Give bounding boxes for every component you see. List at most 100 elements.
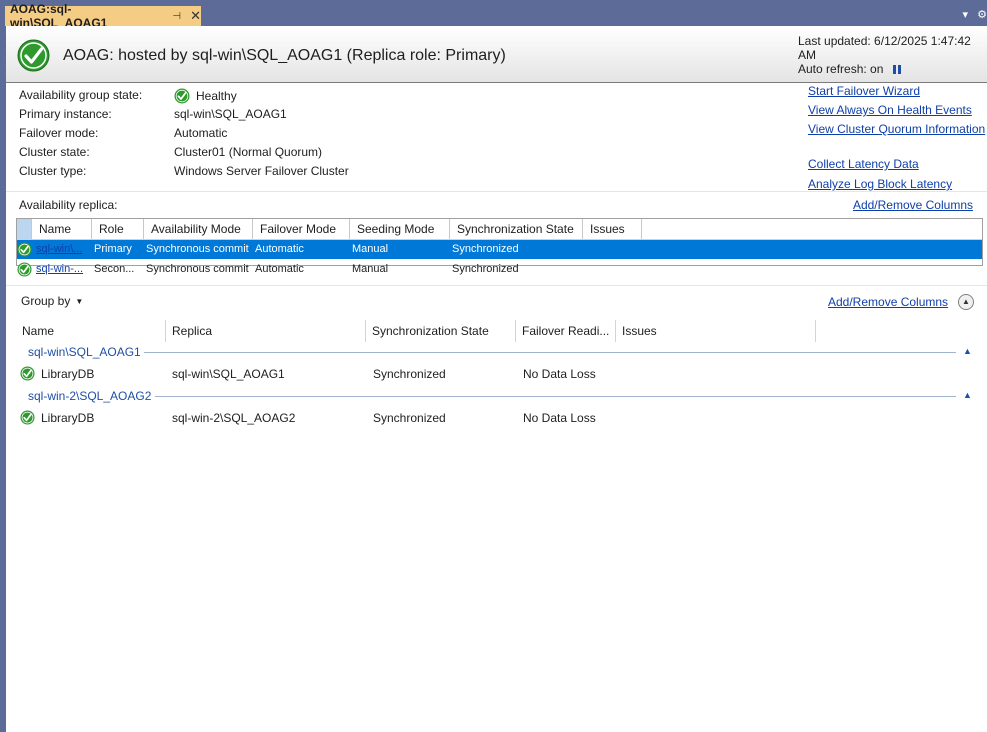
replica-failover-mode: Automatic: [255, 243, 304, 255]
replica-availability-mode: Synchronous commit: [146, 263, 249, 275]
database-failover-readiness: No Data Loss: [523, 367, 596, 381]
replica-issues: [585, 260, 641, 279]
database-sync-state: Synchronized: [373, 411, 446, 425]
replica-name-link[interactable]: sql-win-...: [36, 260, 88, 279]
check-icon: [20, 366, 35, 381]
info-value: Healthy: [196, 89, 237, 103]
database-grid-header: Name Replica Synchronization State Failo…: [16, 320, 981, 342]
col-header-sync-state[interactable]: Synchronization State: [366, 320, 516, 342]
info-row-failover-mode: Failover mode: Automatic: [19, 126, 579, 145]
database-row[interactable]: LibraryDB sql-win-2\SQL_AOAG2 Synchroniz…: [20, 408, 980, 428]
replica-grid-header: Name Role Availability Mode Failover Mod…: [17, 219, 982, 240]
info-label: Cluster type:: [19, 164, 87, 178]
col-header-role[interactable]: Role: [92, 219, 144, 239]
info-label: Availability group state:: [19, 88, 143, 102]
check-icon: [174, 88, 190, 104]
col-header-name[interactable]: Name: [32, 219, 92, 239]
info-label: Primary instance:: [19, 107, 112, 121]
check-icon: [20, 410, 35, 425]
info-label: Cluster state:: [19, 145, 90, 159]
col-header-sync-state[interactable]: Synchronization State: [450, 219, 583, 239]
group-header-secondary: sql-win-2\SQL_AOAG2: [28, 388, 151, 404]
group-by-label: Group by: [21, 294, 71, 308]
auto-refresh-status: Auto refresh: on: [798, 62, 902, 76]
info-value: Windows Server Failover Cluster: [174, 164, 349, 178]
replica-grid: Name Role Availability Mode Failover Mod…: [16, 218, 983, 266]
col-header-replica[interactable]: Replica: [166, 320, 366, 342]
group-title: sql-win\SQL_AOAG1: [28, 345, 141, 359]
col-header-failover-mode[interactable]: Failover Mode: [253, 219, 350, 239]
database-sync-state: Synchronized: [373, 367, 446, 381]
replica-sync-state: Synchronized: [452, 243, 519, 255]
close-icon[interactable]: ✕: [190, 8, 201, 24]
check-icon: [17, 242, 32, 257]
info-value-wrap: Healthy: [174, 88, 237, 104]
database-name: LibraryDB: [41, 367, 95, 381]
replica-role: Primary: [94, 243, 132, 255]
replica-seeding-mode: Manual: [352, 263, 389, 275]
collapse-section-icon[interactable]: ▲: [958, 294, 974, 310]
col-header-failover-readiness[interactable]: Failover Readi...: [516, 320, 616, 342]
info-row-primary-instance: Primary instance: sql-win\SQL_AOAG1: [19, 107, 579, 126]
analyze-log-block-latency-link[interactable]: Analyze Log Block Latency: [808, 177, 952, 191]
database-replica: sql-win-2\SQL_AOAG2: [172, 411, 296, 425]
view-health-events-link[interactable]: View Always On Health Events: [808, 103, 972, 117]
info-value: Automatic: [174, 126, 228, 140]
replica-seeding-mode: Manual: [352, 243, 389, 255]
collapse-group-icon[interactable]: ▲: [963, 346, 972, 356]
healthy-check-icon: [17, 39, 50, 72]
info-row-cluster-state: Cluster state: Cluster01 (Normal Quorum): [19, 145, 579, 164]
info-row-cluster-type: Cluster type: Windows Server Failover Cl…: [19, 164, 579, 183]
col-header-name[interactable]: Name: [16, 320, 166, 342]
dashboard-header: AOAG: hosted by sql-win\SQL_AOAG1 (Repli…: [6, 26, 987, 83]
group-header-primary: sql-win\SQL_AOAG1: [28, 344, 141, 360]
replica-failover-mode: Automatic: [255, 263, 304, 275]
col-header-availability-mode[interactable]: Availability Mode: [144, 219, 253, 239]
settings-icon[interactable]: ⚙: [977, 9, 987, 21]
replica-issues: [585, 240, 641, 259]
info-value: sql-win\SQL_AOAG1: [174, 107, 287, 121]
database-replica: sql-win\SQL_AOAG1: [172, 367, 285, 381]
database-add-remove-columns-link[interactable]: Add/Remove Columns: [828, 295, 948, 309]
last-updated-text: Last updated: 6/12/2025 1:47:42 AM: [798, 34, 971, 62]
group-divider-line: [144, 352, 956, 353]
auto-refresh-label: Auto refresh: on: [798, 62, 884, 76]
col-header-seeding-mode[interactable]: Seeding Mode: [350, 219, 450, 239]
database-name: LibraryDB: [41, 411, 95, 425]
tab-list-dropdown-icon[interactable]: ▾: [963, 9, 969, 21]
replica-role: Secon...: [94, 263, 135, 275]
database-failover-readiness: No Data Loss: [523, 411, 596, 425]
collapse-group-icon[interactable]: ▲: [963, 390, 972, 400]
group-divider-line: [155, 396, 956, 397]
col-header-issues[interactable]: Issues: [583, 219, 642, 239]
start-failover-wizard-link[interactable]: Start Failover Wizard: [808, 84, 920, 98]
collect-latency-data-link[interactable]: Collect Latency Data: [808, 157, 919, 171]
replica-sync-state: Synchronized: [452, 263, 519, 275]
check-icon: [17, 262, 32, 277]
document-tabstrip: AOAG:sql-win\SQL_AOAG1 ⊣ ✕ ▾ ⚙: [0, 0, 987, 30]
group-title: sql-win-2\SQL_AOAG2: [28, 389, 152, 403]
info-value: Cluster01 (Normal Quorum): [174, 145, 323, 159]
tabstrip-controls: ▾ ⚙: [957, 8, 987, 21]
divider: [6, 285, 987, 286]
replica-name-link[interactable]: sql-win\...: [36, 240, 88, 259]
database-row[interactable]: LibraryDB sql-win\SQL_AOAG1 Synchronized…: [20, 364, 980, 384]
group-by-dropdown[interactable]: Group by ▼: [21, 294, 83, 308]
pause-icon[interactable]: [893, 64, 902, 74]
pin-icon[interactable]: ⊣: [172, 11, 181, 22]
divider: [6, 191, 987, 192]
replica-availability-mode: Synchronous commit: [146, 243, 249, 255]
document-tab[interactable]: AOAG:sql-win\SQL_AOAG1 ⊣ ✕: [5, 2, 201, 30]
replica-row-secondary[interactable]: sql-win-... Secon... Synchronous commit …: [17, 260, 977, 279]
view-cluster-quorum-link[interactable]: View Cluster Quorum Information: [808, 122, 985, 136]
info-label: Failover mode:: [19, 126, 99, 140]
chevron-down-icon: ▼: [75, 296, 84, 306]
replica-add-remove-columns-link[interactable]: Add/Remove Columns: [853, 198, 973, 212]
col-header-issues[interactable]: Issues: [616, 320, 816, 342]
info-row-state: Availability group state: Healthy: [19, 88, 579, 107]
select-all-corner[interactable]: [17, 219, 32, 239]
replica-section-label: Availability replica:: [19, 198, 118, 212]
dashboard-content: AOAG: hosted by sql-win\SQL_AOAG1 (Repli…: [6, 26, 987, 732]
replica-row-primary[interactable]: sql-win\... Primary Synchronous commit A…: [17, 240, 982, 259]
page-title: AOAG: hosted by sql-win\SQL_AOAG1 (Repli…: [63, 47, 506, 64]
